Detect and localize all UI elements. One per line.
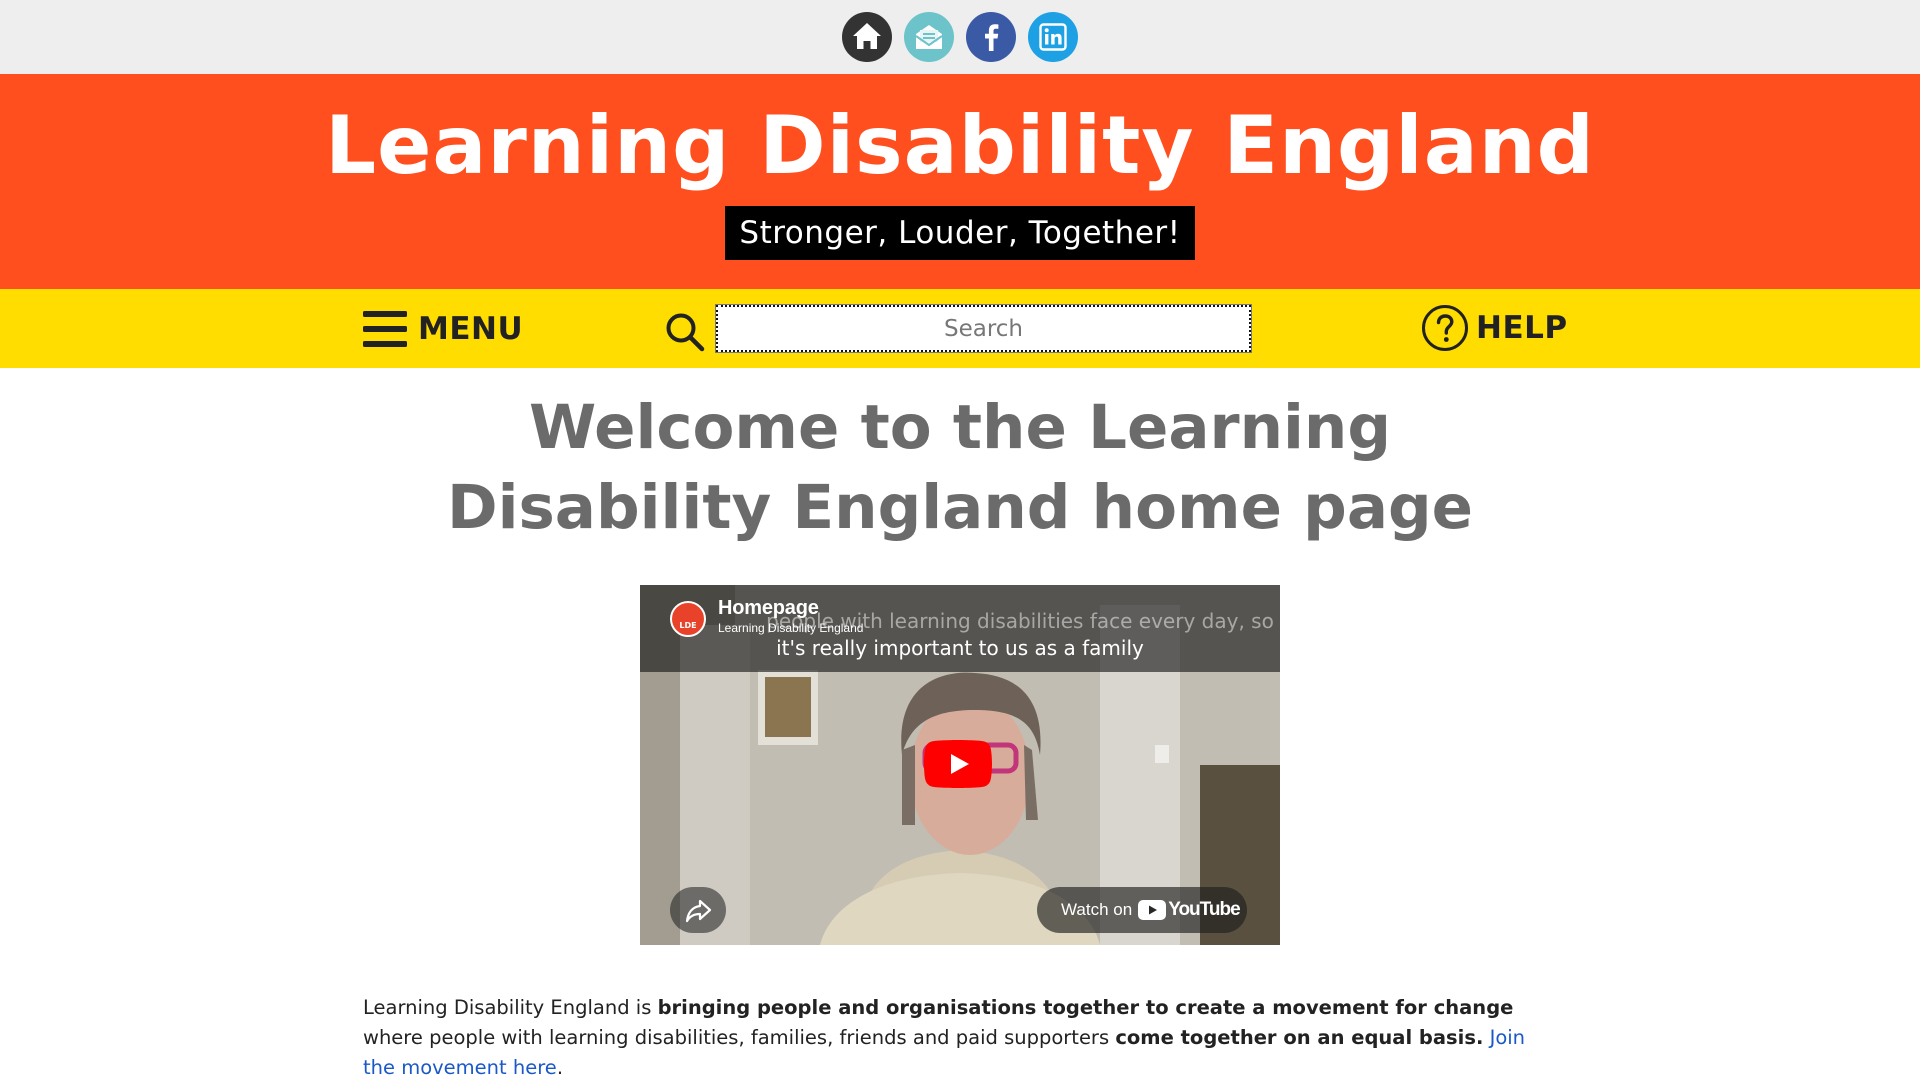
youtube-wordmark: YouTube <box>1168 899 1240 920</box>
help-question-icon <box>1422 305 1468 351</box>
search-input[interactable] <box>715 304 1252 353</box>
hamburger-icon <box>363 311 407 347</box>
help-label: HELP <box>1476 310 1568 346</box>
intro-paragraph: Learning Disability England is bringing … <box>363 993 1563 1083</box>
menu-button[interactable]: MENU <box>363 309 523 349</box>
share-icon <box>685 899 712 923</box>
caption-line-2: it's really important to us as a family <box>776 636 1144 660</box>
intro-bold-1: bringing people and organisations togeth… <box>657 996 1514 1019</box>
video-player[interactable]: people with learning disabilities face e… <box>640 585 1280 945</box>
intro-bold-2: come together on an equal basis. <box>1115 1026 1484 1049</box>
page-title: Welcome to the Learning Disability Engla… <box>446 392 1474 543</box>
site-tagline: Stronger, Louder, Together! <box>725 206 1195 260</box>
help-button[interactable]: HELP <box>1421 303 1568 353</box>
social-bar <box>0 0 1920 74</box>
tagline-wrap: Stronger, Louder, Together! <box>0 206 1920 260</box>
site-banner: Learning Disability England Stronger, Lo… <box>0 74 1920 289</box>
watch-on-youtube-button[interactable]: Watch on YouTube <box>1037 887 1247 933</box>
main-navbar: MENU HELP <box>0 289 1920 368</box>
search-icon[interactable] <box>664 311 706 353</box>
youtube-logo-icon: YouTube <box>1138 899 1241 921</box>
home-icon[interactable] <box>842 12 892 62</box>
video-title[interactable]: Homepage <box>718 597 819 620</box>
intro-end: . <box>556 1056 564 1079</box>
share-button[interactable] <box>670 887 726 933</box>
intro-text-1: Learning Disability England is <box>363 996 658 1019</box>
site-title[interactable]: Learning Disability England <box>0 96 1920 196</box>
channel-avatar[interactable]: LDE <box>670 601 706 637</box>
video-channel-name[interactable]: Learning Disability England <box>718 621 863 635</box>
facebook-icon[interactable] <box>966 12 1016 62</box>
intro-text-2: where people with learning disabilities,… <box>363 1026 1116 1049</box>
channel-badge-text: LDE <box>679 621 697 630</box>
play-button[interactable] <box>924 740 992 788</box>
linkedin-icon[interactable] <box>1028 12 1078 62</box>
menu-label: MENU <box>418 311 524 347</box>
watch-on-label: Watch on <box>1061 900 1133 919</box>
email-icon[interactable] <box>904 12 954 62</box>
